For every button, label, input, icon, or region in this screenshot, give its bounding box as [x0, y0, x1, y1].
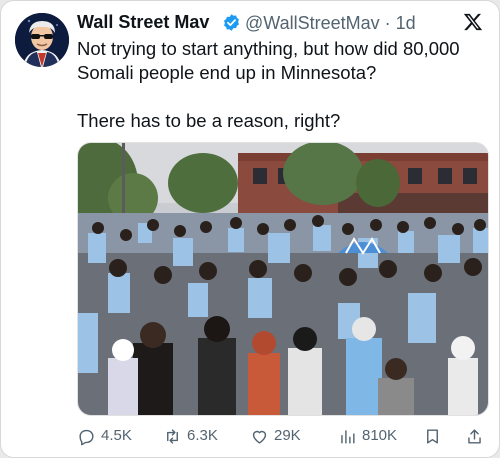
verified-badge-icon — [222, 13, 241, 32]
tweet-text-line: Somali people end up in Minnesota? — [77, 62, 377, 83]
like-count: 29K — [274, 427, 301, 444]
like-icon — [252, 430, 267, 444]
repost-button[interactable]: 6.3K — [163, 425, 218, 447]
reply-icon — [79, 429, 94, 445]
author-avatar[interactable] — [15, 13, 69, 67]
views-count: 810K — [362, 427, 398, 444]
tweet-header: Wall Street Mav @WallStreetMav · 1d — [77, 12, 485, 34]
reply-button[interactable]: 4.5K — [77, 425, 132, 447]
author-handle-and-time[interactable]: @WallStreetMav · 1d — [245, 13, 416, 34]
tweet-photo[interactable] — [77, 142, 489, 416]
tweet-action-bar: 4.5K 6.3K 29K 810K — [77, 425, 487, 447]
views-button[interactable]: 810K — [338, 425, 397, 447]
repost-icon — [167, 428, 178, 444]
bookmark-icon — [427, 428, 438, 444]
share-icon — [468, 428, 481, 444]
bookmark-button[interactable] — [423, 425, 447, 447]
author-name[interactable]: Wall Street Mav — [77, 12, 209, 33]
tweet-card[interactable]: Wall Street Mav @WallStreetMav · 1d Not … — [0, 0, 500, 458]
views-icon — [341, 429, 355, 444]
tweet-text-line: Not trying to start anything, but how di… — [77, 38, 460, 59]
like-button[interactable]: 29K — [250, 425, 301, 447]
post-time[interactable]: · 1d — [385, 13, 416, 33]
crowd-street-photo — [78, 143, 488, 415]
x-logo-icon[interactable] — [463, 12, 483, 32]
reply-count: 4.5K — [101, 427, 132, 444]
tweet-text: Not trying to start anything, but how di… — [77, 37, 487, 133]
tweet-text-line: There has to be a reason, right? — [77, 110, 341, 131]
repost-count: 6.3K — [187, 427, 218, 444]
share-button[interactable] — [465, 425, 489, 447]
author-handle[interactable]: @WallStreetMav — [245, 13, 380, 33]
